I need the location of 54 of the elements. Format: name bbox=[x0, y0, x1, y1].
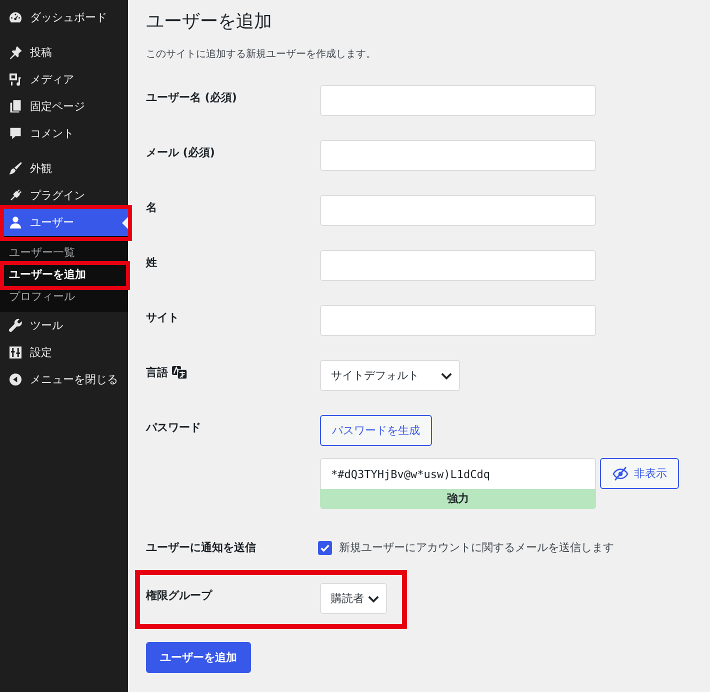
select-dropdown[interactable]: 購読者 bbox=[320, 583, 387, 614]
field-label: 言語 bbox=[146, 365, 168, 380]
submenu-item[interactable]: ユーザーを追加 bbox=[0, 263, 128, 285]
field-label: メール (必須) bbox=[146, 145, 215, 160]
hide-password-button[interactable]: 非表示 bbox=[600, 458, 679, 489]
menu-item[interactable]: 外観 bbox=[0, 155, 128, 182]
password-field[interactable]: *#dQ3TYHjBv@w*usw)L1dCdq bbox=[320, 458, 596, 489]
menu-pointer-icon bbox=[122, 216, 128, 228]
wrench-icon bbox=[8, 318, 23, 333]
checkbox-label: 新規ユーザーにアカウントに関するメールを送信します bbox=[339, 540, 614, 555]
submenu-item[interactable]: ユーザー一覧 bbox=[0, 241, 128, 263]
menu-item[interactable]: メディア bbox=[0, 66, 128, 93]
media-icon bbox=[8, 72, 23, 87]
field-label: 権限グループ bbox=[146, 588, 212, 603]
menu-item[interactable]: プラグイン bbox=[0, 182, 128, 209]
menu-item[interactable]: 投稿 bbox=[0, 39, 128, 66]
eye-slash-icon bbox=[612, 466, 629, 481]
field-label: 名 bbox=[146, 200, 157, 215]
checkmark-icon bbox=[320, 542, 330, 552]
password-strength-indicator: 強力 bbox=[320, 489, 596, 509]
collapse-menu-button[interactable]: メニューを閉じる bbox=[0, 366, 128, 393]
submenu-item[interactable]: プロフィール bbox=[0, 285, 128, 307]
select-dropdown[interactable]: サイトデフォルト bbox=[320, 360, 460, 391]
menu-item[interactable]: コメント bbox=[0, 120, 128, 147]
add-user-button[interactable]: ユーザーを追加 bbox=[146, 642, 251, 673]
pushpin-icon bbox=[8, 45, 23, 60]
input-field[interactable] bbox=[320, 85, 596, 116]
field-label: サイト bbox=[146, 310, 179, 325]
collapse-arrow-icon bbox=[8, 372, 23, 387]
gauge-icon bbox=[8, 10, 23, 25]
field-label: ユーザーに通知を送信 bbox=[146, 540, 256, 555]
menu-item[interactable]: 設定 bbox=[0, 339, 128, 366]
field-label: ユーザー名 (必須) bbox=[146, 90, 237, 105]
menu-item[interactable]: ダッシュボード bbox=[0, 4, 128, 31]
plug-icon bbox=[8, 188, 23, 203]
pages-icon bbox=[8, 99, 23, 114]
input-field[interactable] bbox=[320, 140, 596, 171]
chevron-down-icon bbox=[441, 372, 452, 380]
page-title: ユーザーを追加 bbox=[146, 10, 272, 34]
menu-item[interactable]: ツール bbox=[0, 312, 128, 339]
input-field[interactable] bbox=[320, 195, 596, 226]
field-label: パスワード bbox=[146, 420, 201, 435]
speech-bubble-icon bbox=[8, 126, 23, 141]
menu-item[interactable]: 固定ページ bbox=[0, 93, 128, 120]
chevron-down-icon bbox=[368, 594, 379, 602]
input-field[interactable] bbox=[320, 250, 596, 281]
input-field[interactable] bbox=[320, 305, 596, 336]
person-icon bbox=[8, 215, 23, 230]
generate-password-button[interactable]: パスワードを生成 bbox=[320, 415, 432, 446]
paintbrush-icon bbox=[8, 161, 23, 176]
field-label: 姓 bbox=[146, 255, 157, 270]
checkbox[interactable] bbox=[318, 540, 332, 554]
page-description: このサイトに追加する新規ユーザーを作成します。 bbox=[146, 48, 376, 62]
sliders-icon bbox=[8, 345, 23, 360]
